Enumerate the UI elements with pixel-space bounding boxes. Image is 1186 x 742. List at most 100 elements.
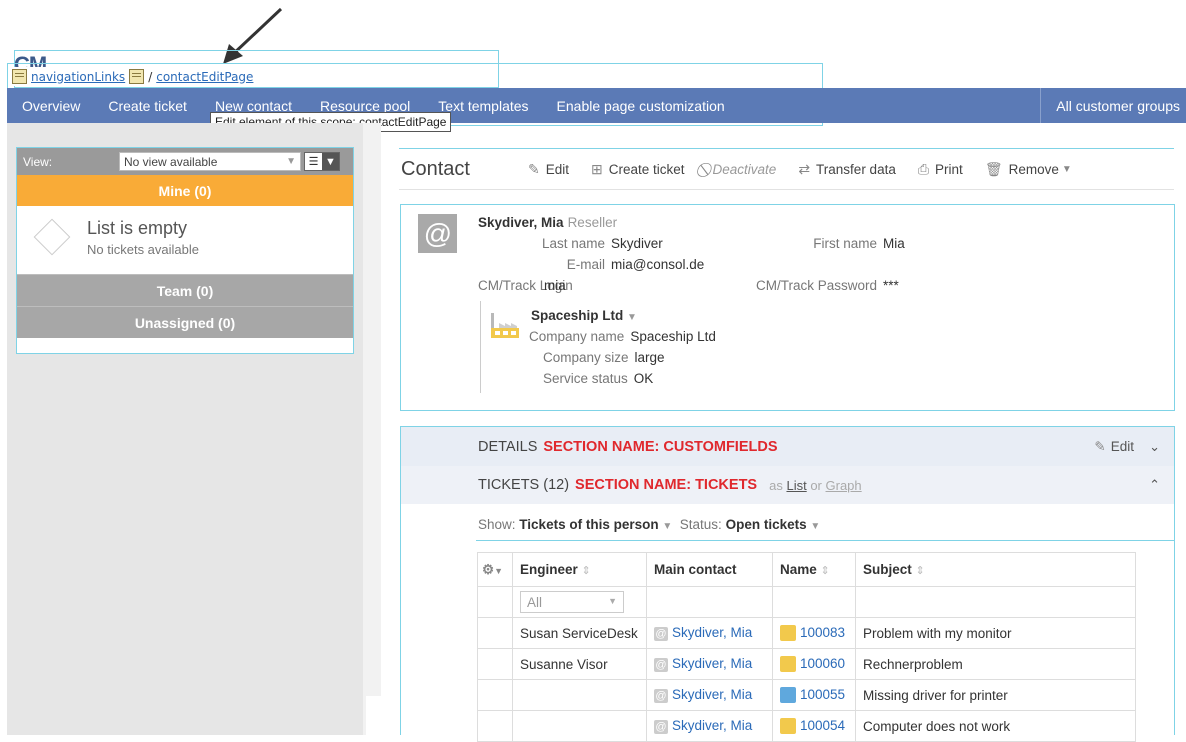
subject-cell: Missing driver for printer	[855, 679, 1136, 711]
service-status-value: OK	[633, 371, 654, 386]
ticket-status-icon	[780, 656, 796, 673]
table-filter-row: All	[477, 586, 1136, 618]
print-icon: ⎙	[917, 160, 930, 177]
deactivate-label: Deactivate	[712, 161, 777, 177]
password-value: ***	[883, 278, 899, 293]
ticket-name-cell[interactable]: 100083	[772, 617, 856, 649]
login-label: CM/Track Login	[478, 278, 573, 293]
scope-breadcrumb: navigationLinks / contactEditPage	[12, 67, 258, 86]
main-navigation: Overview Create ticket New contact Resou…	[7, 88, 1186, 123]
scope-link-navigation[interactable]: navigationLinks	[31, 70, 125, 84]
sidebar-collapse-handle[interactable]	[366, 696, 382, 735]
tab-mine[interactable]: Mine (0)	[17, 175, 353, 206]
table-row[interactable]: Susan ServiceDesk @ Skydiver, Mia 100083 …	[477, 617, 1136, 649]
field-password: CM/Track Password ***	[734, 278, 899, 293]
ticket-name-cell[interactable]: 100054	[772, 710, 856, 742]
subject-cell: Problem with my monitor	[855, 617, 1136, 649]
trash-icon: 🗑	[984, 160, 1003, 177]
column-name[interactable]: Name ⇕	[772, 552, 856, 587]
column-main-contact[interactable]: Main contact	[646, 552, 773, 587]
nav-customer-groups[interactable]: All customer groups	[1040, 88, 1186, 123]
email-value: mia@consol.de	[611, 257, 705, 272]
last-name-value: Skydiver	[611, 236, 663, 251]
nav-create-ticket[interactable]: Create ticket	[93, 98, 200, 114]
view-select[interactable]: No view available ▼	[119, 152, 301, 171]
details-section-header[interactable]: DETAILS SECTION NAME: CUSTOMFIELDS ✎ Edit…	[400, 426, 1175, 467]
field-email: E-mail mia@consol.de	[478, 257, 705, 272]
service-status-label: Service status	[543, 371, 628, 386]
tickets-section-header[interactable]: TICKETS (12) SECTION NAME: TICKETS as Li…	[400, 466, 1175, 504]
hierarchy-icon[interactable]	[129, 69, 145, 84]
tickets-section-body: Show: Tickets of this person ▼ Status: O…	[400, 504, 1175, 742]
remove-button[interactable]: 🗑 Remove ▼	[985, 161, 1072, 178]
chevron-up-icon[interactable]: ⌃	[1149, 477, 1160, 493]
deactivate-button[interactable]: ⃠Deactivate	[707, 161, 777, 178]
table-header-row: ⚙▼ Engineer ⇕ Main contact Name ⇕ Subjec…	[477, 552, 1136, 587]
field-service-status: Service status OK	[543, 371, 653, 386]
company-size-value: large	[634, 350, 665, 365]
engineer-cell: Susanne Visor	[512, 648, 647, 680]
engineer-cell	[512, 679, 647, 711]
company-name-title[interactable]: Spaceship Ltd ▼	[531, 308, 637, 323]
contact-card: @ Skydiver, Mia Reseller Last name Skydiv…	[400, 204, 1175, 411]
edit-icon: ✎	[1094, 439, 1106, 454]
ticket-name-cell[interactable]: 100060	[772, 648, 856, 680]
view-as-list-link[interactable]: List	[786, 478, 806, 493]
subject-cell: Rechnerproblem	[855, 648, 1136, 680]
chevron-down-icon: ▼	[286, 156, 296, 167]
main-contact-cell[interactable]: @ Skydiver, Mia	[646, 617, 773, 649]
view-mode-switch: as List or Graph	[769, 477, 862, 493]
nav-enable-page-customization[interactable]: Enable page customization	[542, 98, 738, 114]
engineer-filter-select[interactable]: All	[520, 591, 624, 613]
show-filter-select[interactable]: Tickets of this person	[519, 517, 658, 532]
tab-unassigned[interactable]: Unassigned (0)	[17, 306, 353, 338]
status-filter-select[interactable]: Open tickets	[726, 517, 807, 532]
chevron-down-icon[interactable]: ⌄	[1149, 439, 1160, 455]
tickets-title: TICKETS (12)	[478, 477, 570, 493]
contact-icon: @	[654, 627, 668, 641]
chevron-down-icon[interactable]: ▼	[322, 153, 339, 170]
ticket-list-panel: View: No view available ▼ ☰ ▼ Mine (0) L…	[16, 147, 354, 354]
main-contact-cell[interactable]: @ Skydiver, Mia	[646, 679, 773, 711]
details-edit-button[interactable]: ✎ Edit	[1094, 439, 1134, 455]
tab-team[interactable]: Team (0)	[17, 274, 353, 306]
print-label: Print	[935, 161, 963, 177]
chevron-down-icon[interactable]: ▼	[662, 521, 672, 532]
chevron-down-icon[interactable]: ▼	[810, 521, 820, 532]
view-mode-toggle[interactable]: ☰ ▼	[304, 152, 340, 171]
transfer-label: Transfer data	[816, 161, 896, 177]
column-engineer[interactable]: Engineer ⇕	[512, 552, 647, 587]
column-settings-button[interactable]: ⚙▼	[477, 552, 513, 587]
ticket-name-cell[interactable]: 100055	[772, 679, 856, 711]
transfer-data-button[interactable]: ⇄ Transfer data	[798, 161, 896, 178]
print-button[interactable]: ⎙ Print	[918, 161, 963, 178]
company-block: Spaceship Ltd ▼ Company name Spaceship L…	[480, 301, 781, 393]
company-size-label: Company size	[543, 350, 629, 365]
transfer-icon: ⇄	[798, 160, 811, 177]
sort-icon: ⇕	[581, 565, 591, 577]
nav-overview[interactable]: Overview	[7, 98, 93, 114]
new-document-icon: ⊞	[591, 160, 603, 177]
sidebar-gutter	[363, 123, 381, 735]
create-ticket-button[interactable]: ⊞ Create ticket	[591, 161, 685, 178]
view-selector-bar: View: No view available ▼ ☰ ▼	[17, 148, 353, 175]
main-contact-cell[interactable]: @ Skydiver, Mia	[646, 710, 773, 742]
ticket-status-icon	[780, 687, 796, 704]
table-row[interactable]: @ Skydiver, Mia 100055 Missing driver for…	[477, 679, 1136, 711]
column-subject[interactable]: Subject ⇕	[855, 552, 1136, 587]
field-login: CM/Track Login mia	[478, 278, 573, 293]
details-title: DETAILS	[478, 439, 538, 455]
main-contact-cell[interactable]: @ Skydiver, Mia	[646, 648, 773, 680]
view-as-graph-link[interactable]: Graph	[826, 478, 862, 493]
email-label: E-mail	[566, 257, 605, 272]
edit-icon: ✎	[528, 160, 540, 177]
tickets-table: ⚙▼ Engineer ⇕ Main contact Name ⇕ Subjec…	[477, 552, 1136, 742]
table-row[interactable]: Susanne Visor @ Skydiver, Mia 100060 Rech…	[477, 648, 1136, 680]
empty-title: List is empty	[87, 218, 188, 238]
hierarchy-icon[interactable]	[12, 69, 27, 84]
table-row[interactable]: @ Skydiver, Mia 100054 Computer does not …	[477, 710, 1136, 742]
edit-button[interactable]: ✎ Edit	[528, 161, 569, 178]
contact-role: Reseller	[567, 215, 618, 230]
table-view-icon[interactable]: ☰	[305, 153, 322, 170]
scope-link-contact-edit-page[interactable]: contactEditPage	[156, 70, 253, 84]
